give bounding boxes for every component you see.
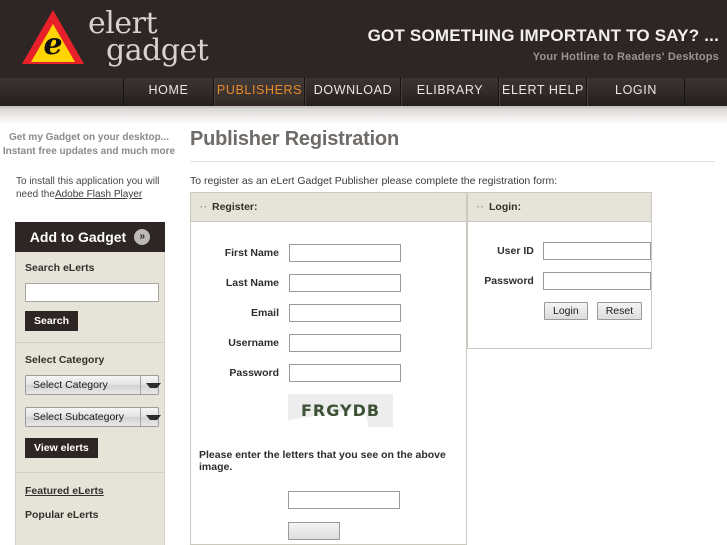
sidebar-divider-2: [16, 472, 164, 473]
login-panel-title: Login:: [489, 201, 522, 213]
field-row-username: Username: [191, 334, 466, 352]
login-form: User ID Password Login Reset: [468, 222, 651, 320]
main-content: Publisher Registration To register as an…: [190, 128, 727, 187]
flash-requirement-text: To install this application you will nee…: [0, 175, 178, 201]
title-rule: [190, 161, 715, 162]
page-root: e elert gadget GOT SOMETHING IMPORTANT T…: [0, 0, 727, 545]
warning-triangle-icon: e: [22, 8, 84, 66]
search-elerts-label: Search eLerts: [25, 262, 95, 274]
search-button[interactable]: Search: [25, 311, 79, 331]
field-row-email: Email: [191, 304, 466, 322]
adobe-flash-player-link[interactable]: Adobe Flash Player: [55, 189, 142, 200]
captcha-image: FRGYDB: [288, 394, 393, 427]
username-input[interactable]: [289, 334, 401, 352]
user-id-input[interactable]: [542, 242, 651, 260]
intro-text: To register as an eLert Gadget Publisher…: [190, 175, 558, 187]
nav-item-elert-help[interactable]: ELERT HELP: [499, 78, 587, 106]
bullet-dots-icon-2: ··: [477, 202, 485, 212]
last-name-label: Last Name: [225, 277, 279, 289]
nav-fade: [0, 108, 727, 125]
chevron-down-icon-2: [140, 408, 161, 426]
main-navigation: HOME PUBLISHERS DOWNLOAD ELIBRARY ELERT …: [0, 78, 727, 106]
login-password-label: Password: [484, 275, 534, 287]
nav-item-home[interactable]: HOME: [123, 78, 214, 106]
category-select[interactable]: Select Category: [25, 375, 161, 395]
add-to-gadget-button[interactable]: Add to Gadget »: [15, 222, 165, 252]
captcha-instruction: Please enter the letters that you see on…: [199, 449, 446, 473]
register-panel-header: ·· Register:: [191, 193, 466, 222]
user-id-label: User ID: [497, 245, 534, 257]
email-label: Email: [250, 307, 279, 319]
popular-elerts-link[interactable]: Popular eLerts: [25, 509, 155, 521]
sidebar-promo-line-1: Get my Gadget on your desktop...: [8, 132, 170, 143]
login-button[interactable]: Login: [544, 302, 588, 320]
header-tagline: GOT SOMETHING IMPORTANT TO SAY? ... Your…: [368, 26, 719, 63]
site-header: e elert gadget GOT SOMETHING IMPORTANT T…: [0, 0, 727, 78]
tagline-main: GOT SOMETHING IMPORTANT TO SAY? ...: [367, 26, 719, 45]
captcha-text: FRGYDB: [300, 401, 381, 420]
logo-line-2: gadget: [106, 33, 209, 68]
logo-wordmark: elert gadget: [88, 9, 209, 68]
last-name-input[interactable]: [289, 274, 401, 292]
subcategory-select-value: Select Subcategory: [33, 411, 125, 423]
field-row-login-password: Password: [468, 272, 651, 290]
field-row-password: Password: [191, 364, 466, 382]
category-select-value: Select Category: [33, 379, 108, 391]
username-label: Username: [228, 337, 279, 349]
page-title: Publisher Registration: [190, 128, 399, 150]
nav-item-publishers[interactable]: PUBLISHERS: [214, 78, 305, 106]
nav-item-login[interactable]: LOGIN: [587, 78, 685, 106]
select-category-label: Select Category: [25, 354, 105, 366]
login-password-input[interactable]: [542, 272, 651, 290]
view-elerts-button[interactable]: View elerts: [25, 438, 98, 458]
sidebar-top: Get my Gadget on your desktop... Instant…: [0, 131, 178, 201]
register-form: First Name Last Name Email Username Pass…: [191, 222, 466, 540]
email-input[interactable]: [289, 304, 401, 322]
password-label: Password: [229, 367, 279, 379]
add-to-gadget-label: Add to Gadget: [29, 229, 127, 245]
site-logo[interactable]: e elert gadget: [22, 8, 209, 68]
nav-item-download[interactable]: DOWNLOAD: [305, 78, 401, 106]
field-row-first-name: First Name: [191, 244, 466, 262]
featured-elerts-link[interactable]: Featured eLerts: [25, 485, 155, 497]
login-panel: ·· Login: User ID Password Login Reset: [467, 192, 652, 349]
register-submit-button[interactable]: [288, 522, 340, 540]
password-input[interactable]: [289, 364, 401, 382]
register-panel: ·· Register: First Name Last Name Email …: [190, 192, 467, 545]
sidebar-promo-line-2: Instant free updates and much more: [2, 146, 176, 157]
sidebar-panel: Search eLerts Search Select Category Sel…: [15, 252, 165, 545]
first-name-input[interactable]: [289, 244, 401, 262]
bullet-dots-icon: ··: [200, 202, 208, 212]
login-button-row: Login Reset: [544, 302, 651, 320]
captcha-input[interactable]: [288, 491, 400, 509]
login-panel-header: ·· Login:: [468, 193, 651, 222]
field-row-last-name: Last Name: [191, 274, 466, 292]
search-input[interactable]: [25, 283, 159, 302]
subcategory-select[interactable]: Select Subcategory: [25, 407, 161, 427]
sidebar-divider-1: [16, 342, 164, 343]
tagline-sub: Your Hotline to Readers' Desktops: [532, 51, 719, 63]
chevron-down-icon: [140, 376, 161, 394]
logo-letter: e: [43, 27, 63, 62]
nav-item-elibrary[interactable]: ELIBRARY: [401, 78, 499, 106]
first-name-label: First Name: [224, 247, 279, 259]
sidebar-promo: Get my Gadget on your desktop... Instant…: [0, 131, 178, 159]
field-row-user-id: User ID: [468, 242, 651, 260]
register-panel-title: Register:: [212, 201, 258, 213]
double-chevron-right-icon: »: [134, 229, 151, 245]
reset-button[interactable]: Reset: [596, 302, 643, 320]
